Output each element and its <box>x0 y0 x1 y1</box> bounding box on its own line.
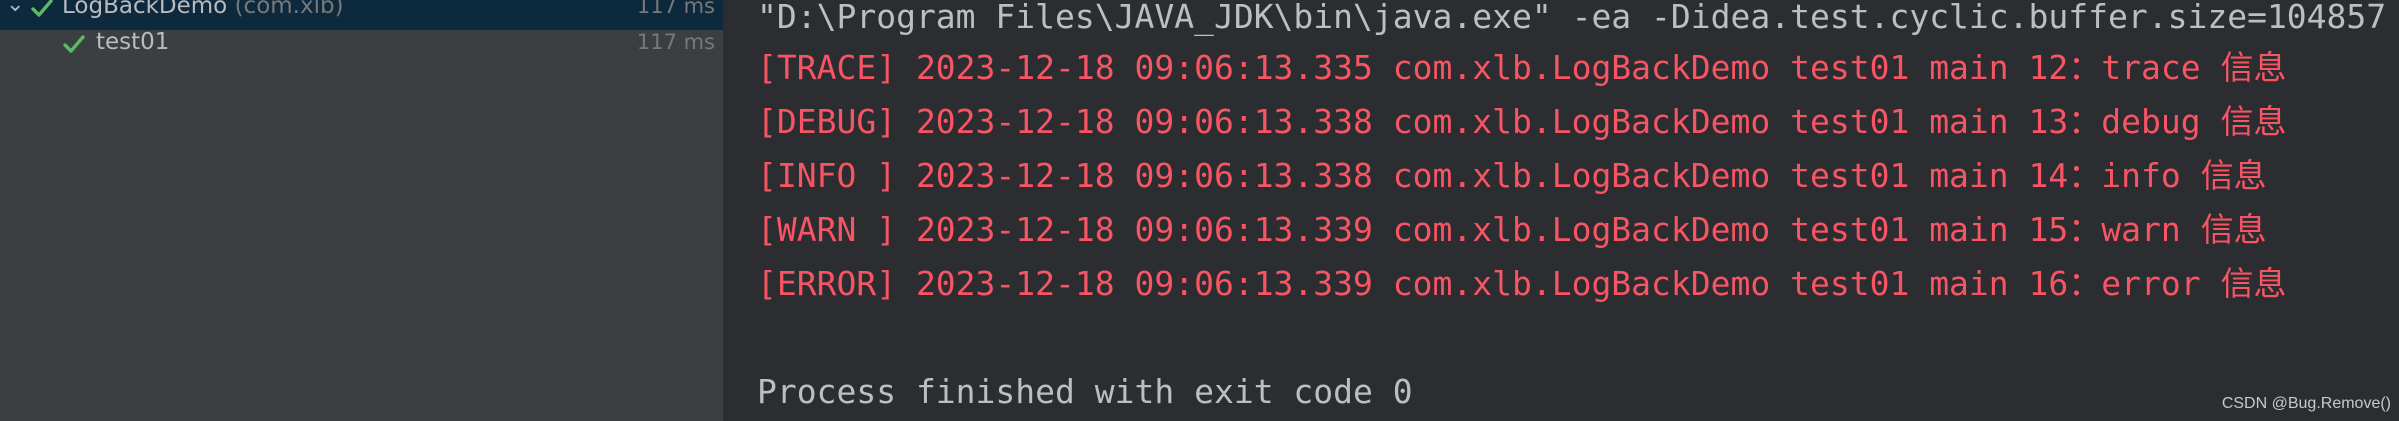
run-window: ⌄ LogBackDemo (com.xlb) 117 ms test01 11… <box>0 0 2399 421</box>
package-name: (com.xlb) <box>234 0 344 19</box>
test-results-tree: ⌄ LogBackDemo (com.xlb) 117 ms test01 11… <box>0 0 723 421</box>
duration-label: 117 ms <box>636 30 715 54</box>
log-line-error: [ERROR] 2023-12-18 09:06:13.339 com.xlb.… <box>757 264 2287 303</box>
check-icon <box>31 0 53 17</box>
chevron-down-icon[interactable]: ⌄ <box>6 0 24 17</box>
process-finished-line: Process finished with exit code 0 <box>757 372 1413 411</box>
log-line-warn: [WARN ] 2023-12-18 09:06:13.339 com.xlb.… <box>757 210 2267 249</box>
console-output[interactable]: "D:\Program Files\JAVA_JDK\bin\java.exe"… <box>726 0 2399 421</box>
class-name: LogBackDemo <box>62 0 228 19</box>
log-line-debug: [DEBUG] 2023-12-18 09:06:13.338 com.xlb.… <box>757 102 2287 141</box>
log-line-info: [INFO ] 2023-12-18 09:06:13.338 com.xlb.… <box>757 156 2267 195</box>
duration-label: 117 ms <box>636 0 715 18</box>
method-name: test01 <box>96 29 170 55</box>
tree-row-test01[interactable]: test01 117 ms <box>0 22 723 66</box>
tree-row-label: LogBackDemo (com.xlb) <box>62 0 344 19</box>
log-line-trace: [TRACE] 2023-12-18 09:06:13.335 com.xlb.… <box>757 48 2287 87</box>
console-command-line: "D:\Program Files\JAVA_JDK\bin\java.exe"… <box>757 0 2387 36</box>
watermark: CSDN @Bug.Remove() <box>2221 395 2391 412</box>
check-icon <box>63 35 85 53</box>
